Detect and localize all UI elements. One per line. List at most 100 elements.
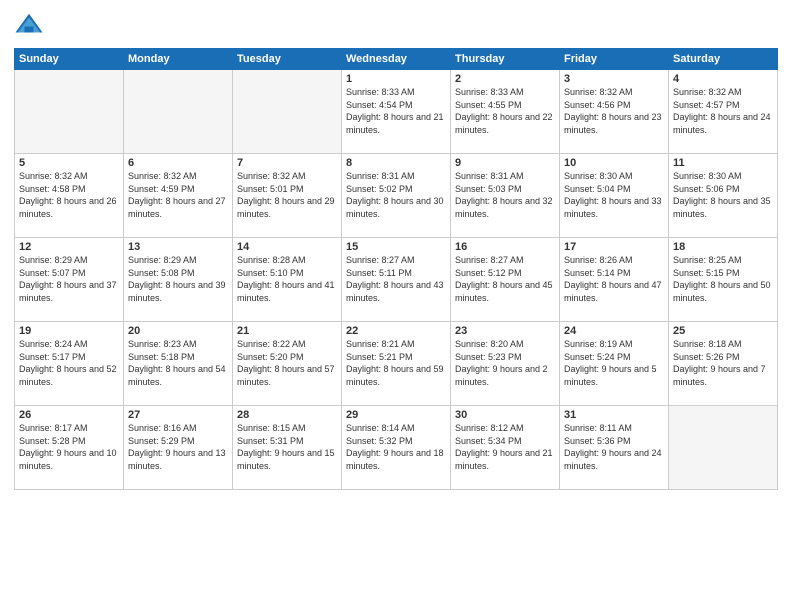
calendar-cell [15, 70, 124, 154]
calendar-cell: 9Sunrise: 8:31 AMSunset: 5:03 PMDaylight… [451, 154, 560, 238]
calendar-cell: 3Sunrise: 8:32 AMSunset: 4:56 PMDaylight… [560, 70, 669, 154]
day-number: 30 [455, 409, 555, 421]
day-number: 1 [346, 73, 446, 85]
week-row-1: 1Sunrise: 8:33 AMSunset: 4:54 PMDaylight… [15, 70, 778, 154]
weekday-header-tuesday: Tuesday [233, 49, 342, 70]
day-info: Sunrise: 8:30 AMSunset: 5:04 PMDaylight:… [564, 170, 664, 220]
week-row-4: 19Sunrise: 8:24 AMSunset: 5:17 PMDayligh… [15, 322, 778, 406]
calendar-cell [233, 70, 342, 154]
day-info: Sunrise: 8:23 AMSunset: 5:18 PMDaylight:… [128, 338, 228, 388]
weekday-header-monday: Monday [124, 49, 233, 70]
day-number: 21 [237, 325, 337, 337]
calendar-cell: 31Sunrise: 8:11 AMSunset: 5:36 PMDayligh… [560, 406, 669, 490]
day-number: 31 [564, 409, 664, 421]
day-number: 16 [455, 241, 555, 253]
day-info: Sunrise: 8:24 AMSunset: 5:17 PMDaylight:… [19, 338, 119, 388]
page: SundayMondayTuesdayWednesdayThursdayFrid… [0, 0, 792, 612]
calendar-cell: 5Sunrise: 8:32 AMSunset: 4:58 PMDaylight… [15, 154, 124, 238]
day-number: 27 [128, 409, 228, 421]
day-info: Sunrise: 8:19 AMSunset: 5:24 PMDaylight:… [564, 338, 664, 388]
calendar-cell: 11Sunrise: 8:30 AMSunset: 5:06 PMDayligh… [669, 154, 778, 238]
day-info: Sunrise: 8:27 AMSunset: 5:12 PMDaylight:… [455, 254, 555, 304]
calendar-cell: 13Sunrise: 8:29 AMSunset: 5:08 PMDayligh… [124, 238, 233, 322]
day-number: 11 [673, 157, 773, 169]
day-number: 6 [128, 157, 228, 169]
day-info: Sunrise: 8:28 AMSunset: 5:10 PMDaylight:… [237, 254, 337, 304]
day-number: 18 [673, 241, 773, 253]
calendar-cell: 12Sunrise: 8:29 AMSunset: 5:07 PMDayligh… [15, 238, 124, 322]
day-info: Sunrise: 8:33 AMSunset: 4:54 PMDaylight:… [346, 86, 446, 136]
calendar-cell: 6Sunrise: 8:32 AMSunset: 4:59 PMDaylight… [124, 154, 233, 238]
calendar-cell: 28Sunrise: 8:15 AMSunset: 5:31 PMDayligh… [233, 406, 342, 490]
weekday-header-thursday: Thursday [451, 49, 560, 70]
day-number: 26 [19, 409, 119, 421]
calendar-cell: 17Sunrise: 8:26 AMSunset: 5:14 PMDayligh… [560, 238, 669, 322]
logo-icon [14, 10, 44, 40]
day-number: 2 [455, 73, 555, 85]
calendar-cell [124, 70, 233, 154]
day-info: Sunrise: 8:30 AMSunset: 5:06 PMDaylight:… [673, 170, 773, 220]
day-number: 17 [564, 241, 664, 253]
calendar-cell: 27Sunrise: 8:16 AMSunset: 5:29 PMDayligh… [124, 406, 233, 490]
day-number: 3 [564, 73, 664, 85]
week-row-5: 26Sunrise: 8:17 AMSunset: 5:28 PMDayligh… [15, 406, 778, 490]
day-number: 25 [673, 325, 773, 337]
weekday-header-friday: Friday [560, 49, 669, 70]
calendar-body: 1Sunrise: 8:33 AMSunset: 4:54 PMDaylight… [15, 70, 778, 490]
day-info: Sunrise: 8:17 AMSunset: 5:28 PMDaylight:… [19, 422, 119, 472]
weekday-header-sunday: Sunday [15, 49, 124, 70]
day-info: Sunrise: 8:18 AMSunset: 5:26 PMDaylight:… [673, 338, 773, 388]
calendar-cell: 1Sunrise: 8:33 AMSunset: 4:54 PMDaylight… [342, 70, 451, 154]
logo [14, 10, 48, 40]
calendar-cell: 22Sunrise: 8:21 AMSunset: 5:21 PMDayligh… [342, 322, 451, 406]
day-info: Sunrise: 8:11 AMSunset: 5:36 PMDaylight:… [564, 422, 664, 472]
calendar-cell: 18Sunrise: 8:25 AMSunset: 5:15 PMDayligh… [669, 238, 778, 322]
calendar-cell: 29Sunrise: 8:14 AMSunset: 5:32 PMDayligh… [342, 406, 451, 490]
calendar-cell: 19Sunrise: 8:24 AMSunset: 5:17 PMDayligh… [15, 322, 124, 406]
day-info: Sunrise: 8:31 AMSunset: 5:02 PMDaylight:… [346, 170, 446, 220]
weekday-header-saturday: Saturday [669, 49, 778, 70]
calendar-table: SundayMondayTuesdayWednesdayThursdayFrid… [14, 48, 778, 490]
day-number: 9 [455, 157, 555, 169]
calendar-cell: 16Sunrise: 8:27 AMSunset: 5:12 PMDayligh… [451, 238, 560, 322]
day-info: Sunrise: 8:32 AMSunset: 4:58 PMDaylight:… [19, 170, 119, 220]
day-number: 14 [237, 241, 337, 253]
week-row-2: 5Sunrise: 8:32 AMSunset: 4:58 PMDaylight… [15, 154, 778, 238]
day-number: 24 [564, 325, 664, 337]
calendar-cell: 4Sunrise: 8:32 AMSunset: 4:57 PMDaylight… [669, 70, 778, 154]
weekday-header-row: SundayMondayTuesdayWednesdayThursdayFrid… [15, 49, 778, 70]
day-number: 4 [673, 73, 773, 85]
calendar-cell: 10Sunrise: 8:30 AMSunset: 5:04 PMDayligh… [560, 154, 669, 238]
calendar-cell: 14Sunrise: 8:28 AMSunset: 5:10 PMDayligh… [233, 238, 342, 322]
calendar-cell: 21Sunrise: 8:22 AMSunset: 5:20 PMDayligh… [233, 322, 342, 406]
day-info: Sunrise: 8:33 AMSunset: 4:55 PMDaylight:… [455, 86, 555, 136]
day-number: 22 [346, 325, 446, 337]
day-info: Sunrise: 8:27 AMSunset: 5:11 PMDaylight:… [346, 254, 446, 304]
day-number: 7 [237, 157, 337, 169]
day-info: Sunrise: 8:32 AMSunset: 4:57 PMDaylight:… [673, 86, 773, 136]
day-info: Sunrise: 8:29 AMSunset: 5:07 PMDaylight:… [19, 254, 119, 304]
day-info: Sunrise: 8:32 AMSunset: 5:01 PMDaylight:… [237, 170, 337, 220]
calendar-cell: 15Sunrise: 8:27 AMSunset: 5:11 PMDayligh… [342, 238, 451, 322]
week-row-3: 12Sunrise: 8:29 AMSunset: 5:07 PMDayligh… [15, 238, 778, 322]
calendar-cell [669, 406, 778, 490]
day-info: Sunrise: 8:29 AMSunset: 5:08 PMDaylight:… [128, 254, 228, 304]
day-number: 15 [346, 241, 446, 253]
calendar-cell: 20Sunrise: 8:23 AMSunset: 5:18 PMDayligh… [124, 322, 233, 406]
day-number: 28 [237, 409, 337, 421]
calendar-cell: 7Sunrise: 8:32 AMSunset: 5:01 PMDaylight… [233, 154, 342, 238]
day-info: Sunrise: 8:22 AMSunset: 5:20 PMDaylight:… [237, 338, 337, 388]
day-info: Sunrise: 8:25 AMSunset: 5:15 PMDaylight:… [673, 254, 773, 304]
day-info: Sunrise: 8:20 AMSunset: 5:23 PMDaylight:… [455, 338, 555, 388]
day-info: Sunrise: 8:14 AMSunset: 5:32 PMDaylight:… [346, 422, 446, 472]
calendar-cell: 30Sunrise: 8:12 AMSunset: 5:34 PMDayligh… [451, 406, 560, 490]
day-number: 20 [128, 325, 228, 337]
day-number: 12 [19, 241, 119, 253]
header [14, 10, 778, 40]
day-number: 29 [346, 409, 446, 421]
day-number: 5 [19, 157, 119, 169]
calendar-cell: 23Sunrise: 8:20 AMSunset: 5:23 PMDayligh… [451, 322, 560, 406]
day-number: 19 [19, 325, 119, 337]
day-info: Sunrise: 8:32 AMSunset: 4:56 PMDaylight:… [564, 86, 664, 136]
day-info: Sunrise: 8:21 AMSunset: 5:21 PMDaylight:… [346, 338, 446, 388]
